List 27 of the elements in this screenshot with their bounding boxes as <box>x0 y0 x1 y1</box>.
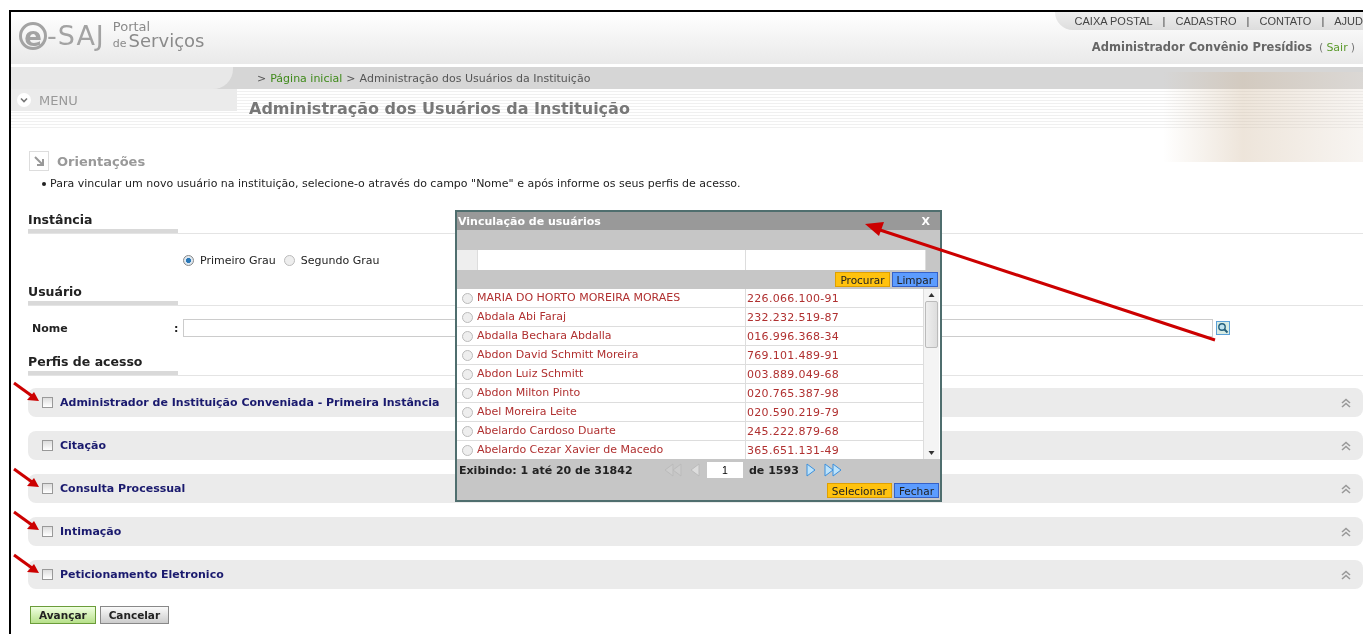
profile-label: Administrador de Instituição Conveniada - Primeira Instância <box>60 396 440 409</box>
parenthesis: ) <box>1350 41 1355 54</box>
profile-label: Peticionamento Eletronico <box>60 568 224 581</box>
separator: | <box>1246 15 1250 27</box>
profile-label: Citação <box>60 439 107 452</box>
dialog-title: Vinculação de usuários <box>458 214 601 228</box>
page-total: de 1593 <box>749 463 799 477</box>
section-heading: Usuário <box>28 284 178 305</box>
profile-label: Consulta Processual <box>60 482 186 495</box>
record-count: Exibindo: 1 até 20 de 31842 <box>459 463 634 477</box>
profile-label: Intimação <box>60 525 122 538</box>
separator: | <box>1162 15 1166 27</box>
orientations-heading: Orientações <box>57 153 146 169</box>
section-heading: Instância <box>28 212 178 233</box>
radio-label: Primeiro Grau <box>200 253 276 267</box>
radio-label: Segundo Grau <box>300 253 380 267</box>
field-label: Nome <box>31 321 69 335</box>
colon: : <box>174 321 180 335</box>
parenthesis: ( <box>1319 41 1324 54</box>
breadcrumb-current: Administração dos Usuários da Instituição <box>359 71 591 85</box>
user-name: Administrador Convênio Presídios <box>1091 40 1313 54</box>
page-title: Administração dos Usuários da Instituição <box>248 98 630 120</box>
section-heading: Perfis de acesso <box>28 354 178 375</box>
instruction-text: Para vincular um novo usuário na instituição, selecione-o através do campo "Nome" e após informe os seus perfis de acesso. <box>50 177 741 190</box>
breadcrumb-separator: > <box>346 71 356 85</box>
separator: | <box>1321 15 1325 27</box>
breadcrumb-separator: > <box>257 71 267 85</box>
